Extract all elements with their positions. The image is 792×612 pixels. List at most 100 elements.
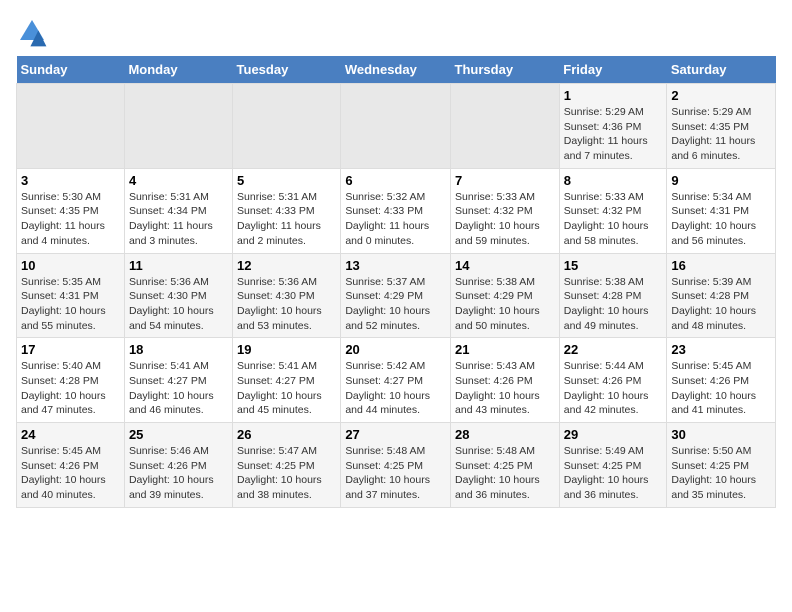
day-number: 15 [564, 258, 663, 273]
calendar-cell: 14 Sunrise: 5:38 AM Sunset: 4:29 PM Dayli… [451, 253, 560, 338]
header-day-thursday: Thursday [451, 56, 560, 84]
calendar-cell [233, 84, 341, 169]
calendar-cell: 29 Sunrise: 5:49 AM Sunset: 4:25 PM Dayli… [559, 423, 667, 508]
day-number: 12 [237, 258, 336, 273]
calendar-cell [124, 84, 232, 169]
day-number: 17 [21, 342, 120, 357]
calendar-week-2: 3Sunrise: 5:30 AM Sunset: 4:35 PM Daylig… [17, 168, 776, 253]
day-info: Sunrise: 5:50 AM Sunset: 4:25 PM Dayligh… [671, 444, 771, 503]
day-info: Sunrise: 5:44 AM Sunset: 4:26 PM Dayligh… [564, 359, 663, 418]
header-day-monday: Monday [124, 56, 232, 84]
day-number: 28 [455, 427, 555, 442]
calendar-cell [341, 84, 451, 169]
day-number: 29 [564, 427, 663, 442]
calendar-cell: 11 Sunrise: 5:36 AM Sunset: 4:30 PM Dayli… [124, 253, 232, 338]
day-number: 4 [129, 173, 228, 188]
calendar-week-1: 1 Sunrise: 5:29 AM Sunset: 4:36 PM Daylig… [17, 84, 776, 169]
day-info: Sunrise: 5:48 AM Sunset: 4:25 PM Dayligh… [345, 444, 446, 503]
calendar-cell: 27 Sunrise: 5:48 AM Sunset: 4:25 PM Dayli… [341, 423, 451, 508]
day-number: 20 [345, 342, 446, 357]
calendar-cell: 18Sunrise: 5:41 AM Sunset: 4:27 PM Dayli… [124, 338, 232, 423]
day-info: Sunrise: 5:32 AM Sunset: 4:33 PM Dayligh… [345, 190, 446, 249]
day-info: Sunrise: 5:37 AM Sunset: 4:29 PM Dayligh… [345, 275, 446, 334]
day-info: Sunrise: 5:38 AM Sunset: 4:28 PM Dayligh… [564, 275, 663, 334]
day-number: 24 [21, 427, 120, 442]
header-day-saturday: Saturday [667, 56, 776, 84]
day-info: Sunrise: 5:40 AM Sunset: 4:28 PM Dayligh… [21, 359, 120, 418]
day-info: Sunrise: 5:35 AM Sunset: 4:31 PM Dayligh… [21, 275, 120, 334]
calendar-week-4: 17 Sunrise: 5:40 AM Sunset: 4:28 PM Dayli… [17, 338, 776, 423]
calendar-cell [17, 84, 125, 169]
day-number: 11 [129, 258, 228, 273]
day-number: 16 [671, 258, 771, 273]
logo [16, 16, 52, 48]
calendar-cell: 12 Sunrise: 5:36 AM Sunset: 4:30 PM Dayli… [233, 253, 341, 338]
calendar-cell: 8 Sunrise: 5:33 AM Sunset: 4:32 PM Daylig… [559, 168, 667, 253]
header-day-friday: Friday [559, 56, 667, 84]
day-info: Sunrise: 5:46 AM Sunset: 4:26 PM Dayligh… [129, 444, 228, 503]
day-number: 2 [671, 88, 771, 103]
day-number: 21 [455, 342, 555, 357]
day-number: 19 [237, 342, 336, 357]
day-info: Sunrise: 5:29 AM Sunset: 4:36 PM Dayligh… [564, 105, 663, 164]
day-info: Sunrise: 5:36 AM Sunset: 4:30 PM Dayligh… [129, 275, 228, 334]
calendar-cell: 2Sunrise: 5:29 AM Sunset: 4:35 PM Daylig… [667, 84, 776, 169]
day-number: 10 [21, 258, 120, 273]
day-info: Sunrise: 5:48 AM Sunset: 4:25 PM Dayligh… [455, 444, 555, 503]
calendar-cell: 20 Sunrise: 5:42 AM Sunset: 4:27 PM Dayli… [341, 338, 451, 423]
header [16, 16, 776, 48]
header-day-wednesday: Wednesday [341, 56, 451, 84]
calendar-cell: 30 Sunrise: 5:50 AM Sunset: 4:25 PM Dayli… [667, 423, 776, 508]
calendar-cell: 21 Sunrise: 5:43 AM Sunset: 4:26 PM Dayli… [451, 338, 560, 423]
calendar-cell: 24Sunrise: 5:45 AM Sunset: 4:26 PM Dayli… [17, 423, 125, 508]
day-info: Sunrise: 5:33 AM Sunset: 4:32 PM Dayligh… [455, 190, 555, 249]
day-number: 26 [237, 427, 336, 442]
calendar-cell: 13Sunrise: 5:37 AM Sunset: 4:29 PM Dayli… [341, 253, 451, 338]
day-number: 9 [671, 173, 771, 188]
header-day-sunday: Sunday [17, 56, 125, 84]
calendar-cell: 9 Sunrise: 5:34 AM Sunset: 4:31 PM Daylig… [667, 168, 776, 253]
day-number: 18 [129, 342, 228, 357]
day-info: Sunrise: 5:36 AM Sunset: 4:30 PM Dayligh… [237, 275, 336, 334]
day-number: 6 [345, 173, 446, 188]
calendar-cell: 6 Sunrise: 5:32 AM Sunset: 4:33 PM Daylig… [341, 168, 451, 253]
day-number: 14 [455, 258, 555, 273]
day-info: Sunrise: 5:39 AM Sunset: 4:28 PM Dayligh… [671, 275, 771, 334]
day-info: Sunrise: 5:38 AM Sunset: 4:29 PM Dayligh… [455, 275, 555, 334]
day-info: Sunrise: 5:45 AM Sunset: 4:26 PM Dayligh… [671, 359, 771, 418]
day-number: 3 [21, 173, 120, 188]
calendar-header: SundayMondayTuesdayWednesdayThursdayFrid… [17, 56, 776, 84]
calendar-cell: 15 Sunrise: 5:38 AM Sunset: 4:28 PM Dayli… [559, 253, 667, 338]
day-number: 22 [564, 342, 663, 357]
calendar-table: SundayMondayTuesdayWednesdayThursdayFrid… [16, 56, 776, 508]
calendar-cell: 4 Sunrise: 5:31 AM Sunset: 4:34 PM Daylig… [124, 168, 232, 253]
day-info: Sunrise: 5:42 AM Sunset: 4:27 PM Dayligh… [345, 359, 446, 418]
day-info: Sunrise: 5:34 AM Sunset: 4:31 PM Dayligh… [671, 190, 771, 249]
day-number: 23 [671, 342, 771, 357]
calendar-week-3: 10 Sunrise: 5:35 AM Sunset: 4:31 PM Dayli… [17, 253, 776, 338]
day-info: Sunrise: 5:41 AM Sunset: 4:27 PM Dayligh… [237, 359, 336, 418]
day-number: 27 [345, 427, 446, 442]
day-number: 8 [564, 173, 663, 188]
calendar-cell: 17 Sunrise: 5:40 AM Sunset: 4:28 PM Dayli… [17, 338, 125, 423]
calendar-cell: 7 Sunrise: 5:33 AM Sunset: 4:32 PM Daylig… [451, 168, 560, 253]
day-number: 5 [237, 173, 336, 188]
day-info: Sunrise: 5:49 AM Sunset: 4:25 PM Dayligh… [564, 444, 663, 503]
day-info: Sunrise: 5:43 AM Sunset: 4:26 PM Dayligh… [455, 359, 555, 418]
calendar-cell: 25 Sunrise: 5:46 AM Sunset: 4:26 PM Dayli… [124, 423, 232, 508]
calendar-cell: 22 Sunrise: 5:44 AM Sunset: 4:26 PM Dayli… [559, 338, 667, 423]
day-info: Sunrise: 5:33 AM Sunset: 4:32 PM Dayligh… [564, 190, 663, 249]
calendar-cell [451, 84, 560, 169]
day-number: 1 [564, 88, 663, 103]
calendar-cell: 3Sunrise: 5:30 AM Sunset: 4:35 PM Daylig… [17, 168, 125, 253]
calendar-cell: 5Sunrise: 5:31 AM Sunset: 4:33 PM Daylig… [233, 168, 341, 253]
day-number: 25 [129, 427, 228, 442]
calendar-cell: 26Sunrise: 5:47 AM Sunset: 4:25 PM Dayli… [233, 423, 341, 508]
day-number: 7 [455, 173, 555, 188]
calendar-cell: 19 Sunrise: 5:41 AM Sunset: 4:27 PM Dayli… [233, 338, 341, 423]
calendar-cell: 10 Sunrise: 5:35 AM Sunset: 4:31 PM Dayli… [17, 253, 125, 338]
day-number: 30 [671, 427, 771, 442]
calendar-cell: 23 Sunrise: 5:45 AM Sunset: 4:26 PM Dayli… [667, 338, 776, 423]
day-info: Sunrise: 5:31 AM Sunset: 4:34 PM Dayligh… [129, 190, 228, 249]
header-day-tuesday: Tuesday [233, 56, 341, 84]
